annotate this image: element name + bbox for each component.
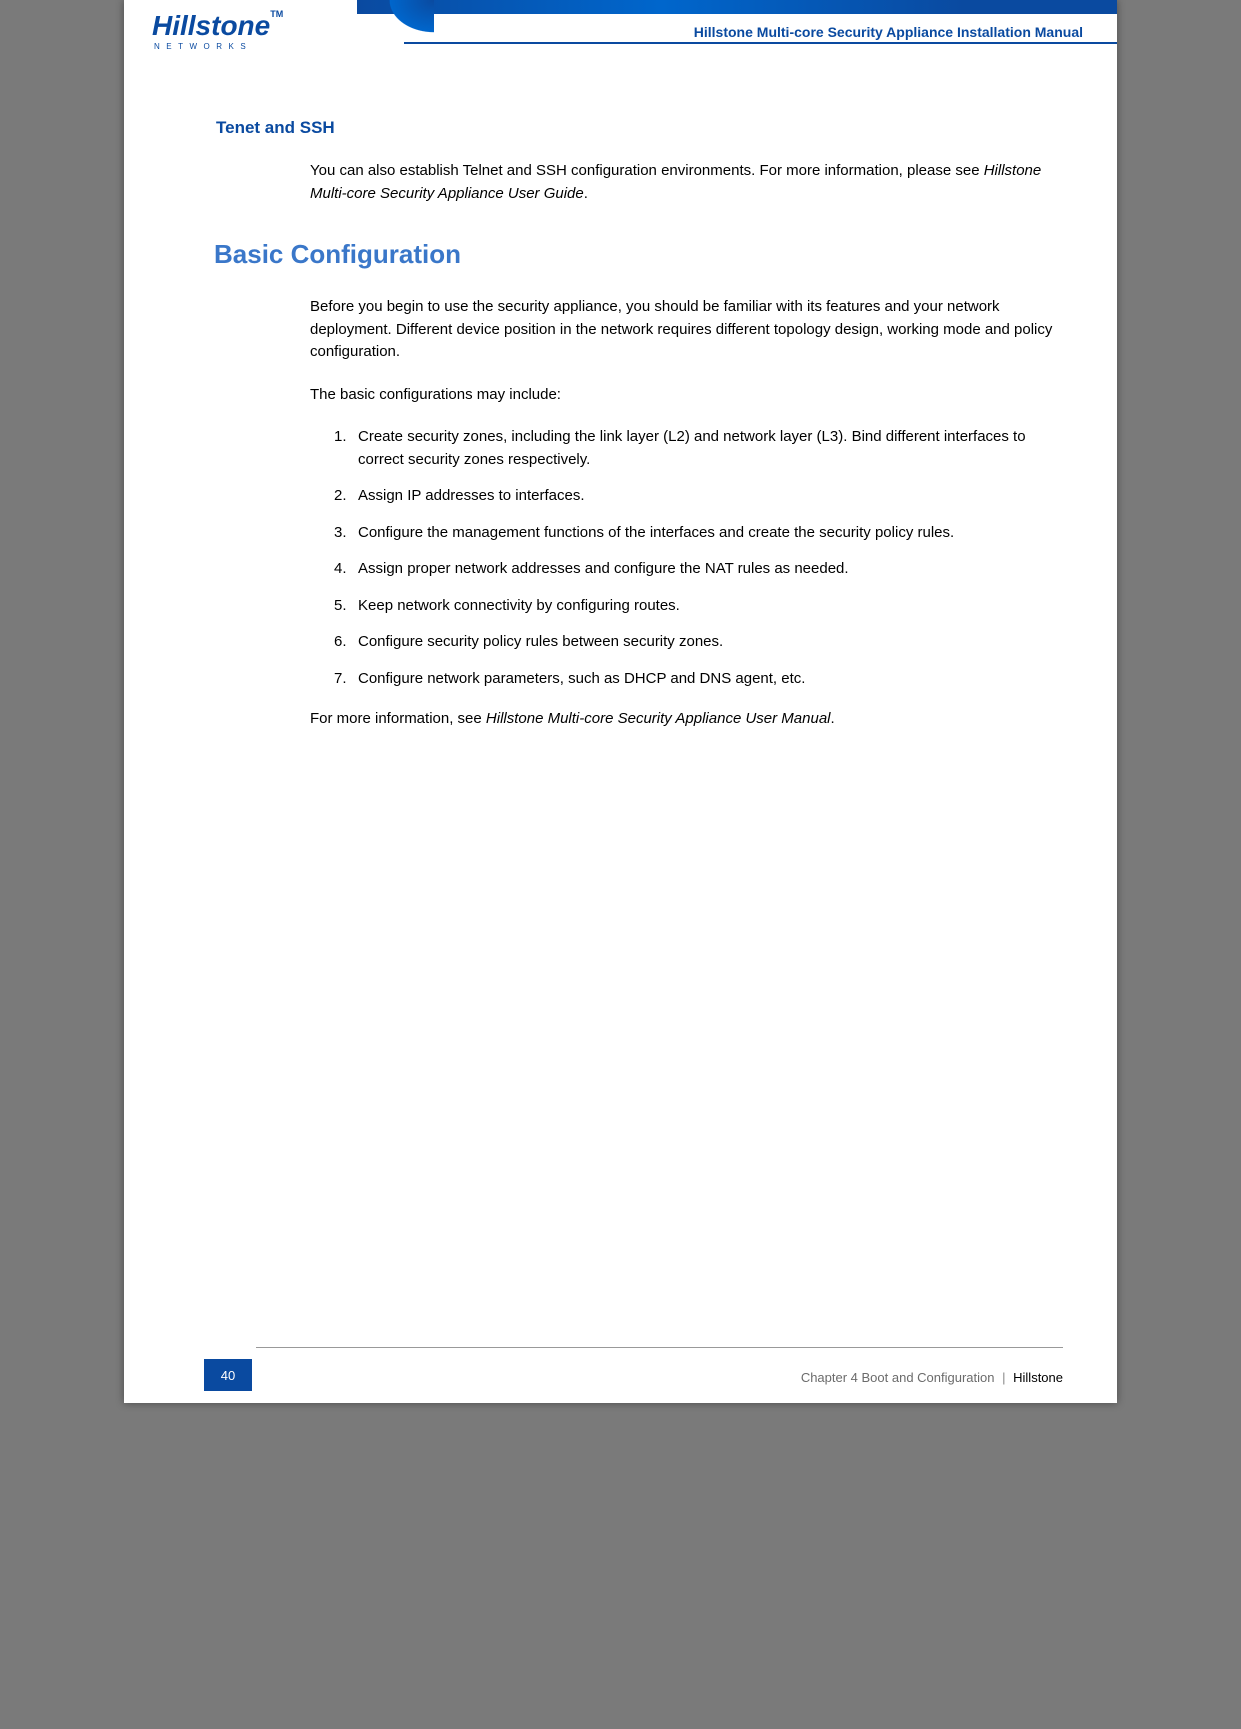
- footer-brand: Hillstone: [1013, 1370, 1063, 1385]
- list-item: 7. Configure network parameters, such as …: [334, 668, 1059, 691]
- logo-trademark: TM: [270, 9, 283, 19]
- item-text: Configure the management functions of th…: [358, 524, 954, 541]
- item-text: Assign IP addresses to interfaces.: [358, 487, 585, 504]
- document-title: Hillstone Multi-core Security Appliance …: [694, 24, 1083, 40]
- basic-config-lead: The basic configurations may include:: [310, 384, 1059, 407]
- reference-title: Hillstone Multi-core Security Appliance …: [486, 710, 831, 727]
- list-item: 1. Create security zones, including the l…: [334, 426, 1059, 471]
- header-title-bar: Hillstone Multi-core Security Appliance …: [404, 14, 1117, 44]
- item-text: Assign proper network addresses and conf…: [358, 560, 849, 577]
- list-item: 4. Assign proper network addresses and co…: [334, 558, 1059, 581]
- text: .: [831, 710, 835, 727]
- item-number: 3.: [334, 522, 347, 545]
- text: For more information, see: [310, 710, 486, 727]
- tenet-ssh-paragraph: You can also establish Telnet and SSH co…: [310, 160, 1059, 205]
- logo-text: HillstoneTM: [152, 12, 283, 40]
- item-number: 1.: [334, 426, 347, 449]
- section-heading-tenet-ssh: Tenet and SSH: [216, 118, 1059, 138]
- logo-subtext: NETWORKS: [154, 42, 252, 51]
- page-header: Hillstone Multi-core Security Appliance …: [124, 0, 1117, 58]
- hillstone-logo: HillstoneTM NETWORKS: [152, 12, 322, 52]
- basic-config-intro: Before you begin to use the security app…: [310, 296, 1059, 364]
- item-text: Configure security policy rules between …: [358, 633, 723, 650]
- item-text: Keep network connectivity by configuring…: [358, 597, 680, 614]
- item-number: 6.: [334, 631, 347, 654]
- item-number: 2.: [334, 485, 347, 508]
- basic-config-outro: For more information, see Hillstone Mult…: [310, 708, 1059, 731]
- item-text: Create security zones, including the lin…: [358, 428, 1026, 468]
- list-item: 5. Keep network connectivity by configuri…: [334, 595, 1059, 618]
- section-heading-basic-configuration: Basic Configuration: [214, 239, 1059, 270]
- page-number-box: 40: [204, 1359, 252, 1391]
- chapter-text: Chapter 4 Boot and Configuration: [801, 1370, 995, 1385]
- logo-main-text: Hillstone: [152, 10, 270, 41]
- basic-config-list: 1. Create security zones, including the l…: [334, 426, 1059, 690]
- footer-chapter-label: Chapter 4 Boot and Configuration | Hills…: [801, 1370, 1063, 1385]
- list-item: 6. Configure security policy rules betwee…: [334, 631, 1059, 654]
- list-item: 3. Configure the management functions of …: [334, 522, 1059, 545]
- text: You can also establish Telnet and SSH co…: [310, 162, 984, 179]
- footer-divider: [256, 1347, 1063, 1348]
- text: .: [584, 185, 588, 202]
- page-content: Tenet and SSH You can also establish Tel…: [124, 58, 1117, 731]
- item-number: 5.: [334, 595, 347, 618]
- item-text: Configure network parameters, such as DH…: [358, 670, 805, 687]
- header-decoration-strip: [357, 0, 1117, 14]
- separator: |: [1002, 1370, 1005, 1385]
- page-number: 40: [221, 1368, 235, 1383]
- item-number: 4.: [334, 558, 347, 581]
- list-item: 2. Assign IP addresses to interfaces.: [334, 485, 1059, 508]
- item-number: 7.: [334, 668, 347, 691]
- document-page: Hillstone Multi-core Security Appliance …: [124, 0, 1117, 1403]
